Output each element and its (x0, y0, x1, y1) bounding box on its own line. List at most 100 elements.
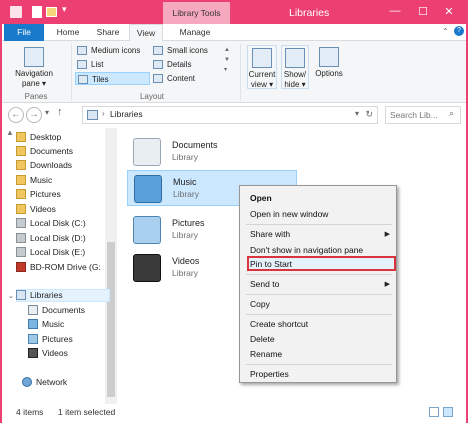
show-hide-icon (285, 48, 305, 68)
nav-item-bd-rom[interactable]: BD-ROM Drive (G: (16, 260, 104, 274)
nav-item-local-disk-e[interactable]: Local Disk (E:) (16, 245, 85, 259)
videos-library-icon (133, 254, 161, 282)
medium-icons-icon (77, 46, 87, 55)
options-icon (319, 47, 339, 67)
navigation-pane-button[interactable]: Navigation pane ▾ (6, 47, 62, 89)
tab-share[interactable]: Share (91, 24, 125, 41)
explorer-window: ▾ Library Tools Libraries — ☐ ✕ File Hom… (0, 0, 468, 423)
forward-button[interactable]: → (26, 107, 42, 123)
details-view-icon[interactable] (429, 407, 439, 417)
tab-file[interactable]: File (4, 24, 44, 41)
videos-library-icon (28, 348, 38, 358)
library-icon (16, 290, 26, 300)
search-icon: ⌕ (449, 108, 455, 118)
library-icon (87, 110, 98, 120)
menu-rename[interactable]: Rename (250, 347, 282, 361)
music-library-icon (134, 175, 162, 203)
title-bar: ▾ Library Tools Libraries — ☐ ✕ (2, 2, 466, 24)
nav-item-lib-pictures[interactable]: Pictures (28, 332, 73, 346)
app-icon[interactable] (10, 6, 22, 18)
show-hide-button[interactable]: Show/ hide ▾ (281, 45, 309, 89)
address-bar[interactable]: › Libraries ▾ ↻ (82, 106, 378, 124)
tab-manage[interactable]: Manage (170, 24, 220, 41)
documents-library-icon (28, 305, 38, 315)
nav-item-local-disk-c[interactable]: Local Disk (C:) (16, 216, 86, 230)
menu-copy[interactable]: Copy (250, 297, 270, 311)
submenu-arrow-icon: ▶ (384, 281, 390, 288)
minimize-icon[interactable]: — (385, 5, 405, 17)
properties-icon[interactable] (32, 6, 42, 18)
nav-item-pictures[interactable]: Pictures (16, 187, 61, 201)
menu-send-to[interactable]: Send to (250, 277, 279, 291)
tiles-view-icon[interactable] (443, 407, 453, 417)
nav-item-lib-music[interactable]: Music (28, 317, 64, 331)
menu-pin-to-start[interactable]: Pin to Start (250, 257, 292, 271)
layout-content[interactable]: Content (151, 72, 221, 85)
menu-separator (246, 314, 392, 315)
tab-view[interactable]: View (129, 24, 163, 42)
menu-separator (246, 274, 392, 275)
maximize-icon[interactable]: ☐ (413, 5, 433, 18)
menu-separator (246, 364, 392, 365)
nav-item-downloads[interactable]: Downloads (16, 158, 72, 172)
ribbon-tabs: File Home Share View Manage ⌃ ? (2, 24, 466, 42)
new-folder-icon[interactable] (46, 7, 57, 17)
list-icon (77, 60, 87, 69)
layout-details[interactable]: Details (151, 58, 221, 71)
up-arrow-icon[interactable]: ↑ (57, 106, 63, 118)
tab-home[interactable]: Home (51, 24, 85, 41)
nav-item-lib-videos[interactable]: Videos (28, 346, 68, 360)
layout-small-icons[interactable]: Small icons (151, 44, 221, 57)
small-icons-icon (153, 46, 163, 55)
current-view-button[interactable]: Current view ▾ (247, 45, 277, 89)
ribbon: Navigation pane ▾ Panes Medium icons Sma… (2, 41, 466, 103)
item-count: 4 items (16, 407, 44, 417)
recent-locations-icon[interactable]: ▾ (45, 108, 49, 117)
back-button[interactable]: ← (8, 107, 24, 123)
current-view-icon (252, 48, 272, 68)
breadcrumb-libraries[interactable]: Libraries (110, 109, 143, 119)
nav-item-documents[interactable]: Documents (16, 144, 73, 158)
nav-item-lib-documents[interactable]: Documents (28, 303, 85, 317)
scroll-up-icon[interactable]: ▲ (6, 128, 14, 137)
refresh-icon[interactable]: ↻ (365, 109, 373, 120)
nav-item-music[interactable]: Music (16, 173, 52, 187)
address-dropdown-icon[interactable]: ▾ (355, 109, 359, 118)
breadcrumb-chevron-icon[interactable]: › (102, 109, 105, 118)
layout-group-label: Layout (139, 92, 165, 101)
layout-list[interactable]: List (75, 58, 150, 71)
nav-scrollbar-thumb[interactable] (107, 242, 115, 397)
folder-icon (16, 204, 26, 214)
menu-properties[interactable]: Properties (250, 367, 289, 381)
help-icon[interactable]: ? (454, 26, 464, 36)
close-icon[interactable]: ✕ (439, 5, 459, 18)
menu-separator (246, 294, 392, 295)
tiles-icon (78, 75, 88, 84)
menu-delete[interactable]: Delete (250, 332, 275, 346)
menu-open-new-window[interactable]: Open in new window (250, 207, 328, 221)
nav-item-desktop[interactable]: Desktop (16, 130, 61, 144)
nav-item-videos[interactable]: Videos (16, 202, 56, 216)
folder-icon (16, 175, 26, 185)
menu-share-with[interactable]: Share with (250, 227, 290, 241)
nav-item-libraries[interactable]: Libraries (16, 288, 63, 302)
submenu-arrow-icon: ▶ (384, 231, 390, 238)
nav-item-network[interactable]: Network (22, 375, 67, 389)
layout-tiles[interactable]: Tiles (75, 72, 150, 85)
layout-medium-icons[interactable]: Medium icons (75, 44, 150, 57)
library-tile-documents[interactable]: Documents Library (123, 134, 293, 170)
customize-toolbar-icon[interactable]: ▾ (62, 4, 74, 16)
options-button[interactable]: Options (312, 47, 346, 79)
ribbon-separator (71, 44, 72, 101)
library-tools-header: Library Tools (163, 2, 230, 24)
collapse-ribbon-icon[interactable]: ⌃ (442, 27, 449, 36)
content-icon (153, 74, 163, 83)
folder-icon (16, 132, 26, 142)
layout-scroll-arrows[interactable]: ▲ ▼ ▾ (224, 45, 230, 75)
drive-icon (16, 247, 26, 257)
expand-chevron-icon[interactable]: ⌄ (8, 292, 14, 300)
menu-create-shortcut[interactable]: Create shortcut (250, 317, 308, 331)
nav-item-local-disk-d[interactable]: Local Disk (D:) (16, 231, 86, 245)
menu-open[interactable]: Open (250, 191, 272, 205)
menu-dont-show[interactable]: Don't show in navigation pane (250, 243, 363, 257)
